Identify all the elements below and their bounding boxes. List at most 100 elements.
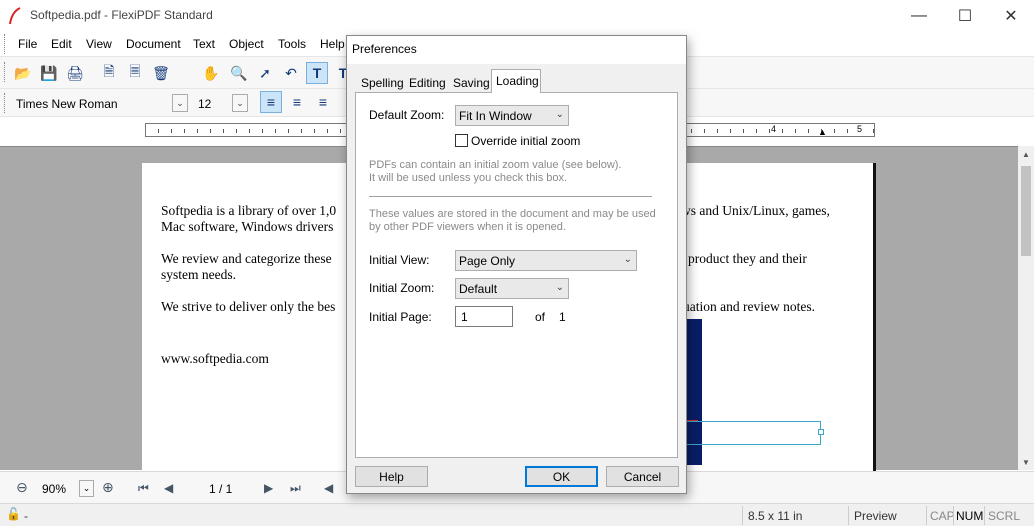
- save-button[interactable]: 💾: [38, 62, 60, 84]
- new-page-button[interactable]: 🗎: [98, 62, 120, 84]
- status-separator: [984, 506, 985, 525]
- status-num: NUM: [956, 509, 984, 523]
- override-zoom-checkbox[interactable]: [455, 134, 468, 147]
- menu-object[interactable]: Object: [229, 37, 264, 51]
- menu-tools[interactable]: Tools: [278, 37, 306, 51]
- back-icon[interactable]: ◀: [324, 481, 333, 495]
- scroll-down-icon[interactable]: ▼: [1018, 454, 1034, 470]
- menu-document[interactable]: Document: [126, 37, 181, 51]
- chevron-down-icon: ⌄: [623, 254, 632, 265]
- undo-button[interactable]: ↶: [280, 62, 302, 84]
- zoom-value[interactable]: 90%: [42, 482, 66, 496]
- total-pages: 1: [559, 310, 566, 324]
- menu-help[interactable]: Help: [320, 37, 345, 51]
- tab-editing[interactable]: Editing: [405, 73, 450, 93]
- doc-text-line[interactable]: uation and review notes.: [683, 299, 815, 315]
- status-separator: [953, 506, 954, 525]
- menu-file[interactable]: File: [18, 37, 37, 51]
- menu-text[interactable]: Text: [193, 37, 215, 51]
- font-size-value: 12: [198, 97, 212, 111]
- doc-text-line[interactable]: Softpedia is a library of over 1,0: [161, 203, 336, 219]
- doc-text-line[interactable]: product they and their: [688, 251, 807, 267]
- hand-tool-icon: ✋: [202, 64, 220, 81]
- chevron-down-icon[interactable]: ⌄: [172, 94, 188, 112]
- doc-text-line[interactable]: ws and Unix/Linux, games,: [681, 203, 830, 219]
- select-tool-button[interactable]: ➚: [254, 62, 276, 84]
- doc-text-line[interactable]: www.softpedia.com: [161, 351, 269, 367]
- initial-page-input-box[interactable]: [455, 306, 513, 327]
- doc-text-line[interactable]: We strive to deliver only the bes: [161, 299, 335, 315]
- chevron-down-icon[interactable]: ⌄: [232, 94, 248, 112]
- text-tool-button[interactable]: T: [306, 62, 328, 84]
- zoom-hint-line: PDFs can contain an initial zoom value (…: [369, 159, 622, 171]
- flexipdf-logo-icon: [9, 7, 21, 25]
- zoom-tool-button[interactable]: 🔍: [228, 62, 250, 84]
- lock-icon: 🔓: [6, 507, 21, 521]
- status-page-size: 8.5 x 11 in: [748, 509, 803, 523]
- status-separator: [742, 506, 743, 525]
- status-lock-text: -: [24, 509, 28, 523]
- window-title: Softpedia.pdf - FlexiPDF Standard: [30, 8, 213, 22]
- scroll-up-icon[interactable]: ▲: [1018, 146, 1034, 162]
- initial-zoom-label: Initial Zoom:: [369, 281, 435, 295]
- initial-page-input[interactable]: [456, 307, 512, 326]
- pages-button[interactable]: 🗑: [150, 62, 172, 84]
- help-button[interactable]: Help: [355, 466, 428, 487]
- page-button[interactable]: 🗏: [124, 62, 146, 84]
- override-zoom-label[interactable]: Override initial zoom: [471, 134, 580, 148]
- status-separator: [848, 506, 849, 525]
- tab-saving[interactable]: Saving: [449, 73, 494, 93]
- doc-text-line[interactable]: system needs.: [161, 267, 236, 283]
- zoom-in-icon[interactable]: ⊕: [102, 479, 114, 496]
- minimize-button[interactable]: —: [896, 0, 942, 32]
- ruler-marker-icon[interactable]: ▲: [818, 127, 827, 137]
- status-bar: 🔓 - 8.5 x 11 in Preview CAP NUM SCRL: [0, 503, 1034, 526]
- font-size-select[interactable]: 12 ⌄: [194, 93, 249, 113]
- menu-edit[interactable]: Edit: [51, 37, 72, 51]
- page-icon: 🗏: [129, 63, 141, 79]
- maximize-button[interactable]: ☐: [942, 0, 988, 32]
- next-page-icon[interactable]: ▶: [264, 481, 273, 495]
- tab-loading[interactable]: Loading: [491, 69, 541, 93]
- tab-spelling[interactable]: Spelling: [357, 73, 408, 93]
- first-page-icon[interactable]: ⏮: [138, 481, 149, 496]
- undo-icon: ↶: [285, 64, 297, 81]
- vertical-scrollbar[interactable]: ▲ ▼: [1018, 146, 1034, 470]
- ok-button[interactable]: OK: [525, 466, 598, 487]
- page-indicator[interactable]: 1 / 1: [209, 482, 232, 496]
- align-center-button[interactable]: ≡: [286, 91, 308, 113]
- resize-handle[interactable]: [818, 429, 824, 435]
- status-scrl: SCRL: [988, 509, 1021, 523]
- menubar-grip[interactable]: [4, 34, 7, 54]
- chevron-down-icon[interactable]: ⌄: [79, 480, 94, 497]
- initial-view-select[interactable]: Page Only ⌄: [455, 250, 637, 271]
- last-page-icon[interactable]: ⏭: [290, 481, 301, 496]
- open-button[interactable]: 📂: [12, 62, 34, 84]
- align-right-icon: ≡: [318, 94, 328, 110]
- menu-view[interactable]: View: [86, 37, 112, 51]
- doc-text-line[interactable]: We review and categorize these: [161, 251, 332, 267]
- default-zoom-select[interactable]: Fit In Window ⌄: [455, 105, 569, 126]
- align-left-icon: ≡: [266, 94, 276, 110]
- of-label: of: [535, 310, 546, 324]
- toolbar-grip[interactable]: [4, 62, 7, 82]
- selected-text-frame[interactable]: [686, 421, 824, 445]
- cancel-button[interactable]: Cancel: [606, 466, 679, 487]
- align-left-button[interactable]: ≡: [260, 91, 282, 113]
- previous-page-icon[interactable]: ◀: [164, 481, 173, 495]
- font-family-select[interactable]: Times New Roman ⌄: [12, 93, 189, 113]
- close-button[interactable]: ✕: [988, 0, 1034, 32]
- initial-zoom-select[interactable]: Default ⌄: [455, 278, 569, 299]
- doc-text-line[interactable]: Mac software, Windows drivers: [161, 219, 333, 235]
- select-arrow-icon: ➚: [259, 64, 271, 81]
- zoom-out-icon[interactable]: ⊖: [16, 479, 28, 496]
- title-bar: Softpedia.pdf - FlexiPDF Standard — ☐ ✕: [0, 0, 1034, 32]
- initial-view-value: Page Only: [459, 254, 516, 268]
- align-right-button[interactable]: ≡: [312, 91, 334, 113]
- format-toolbar-grip[interactable]: [4, 93, 7, 113]
- dialog-title-bar[interactable]: Preferences: [347, 36, 686, 64]
- print-button[interactable]: 🖨: [64, 62, 86, 84]
- scroll-thumb[interactable]: [1021, 166, 1031, 256]
- hand-tool-button[interactable]: ✋: [200, 62, 222, 84]
- open-folder-icon: 📂: [14, 64, 32, 81]
